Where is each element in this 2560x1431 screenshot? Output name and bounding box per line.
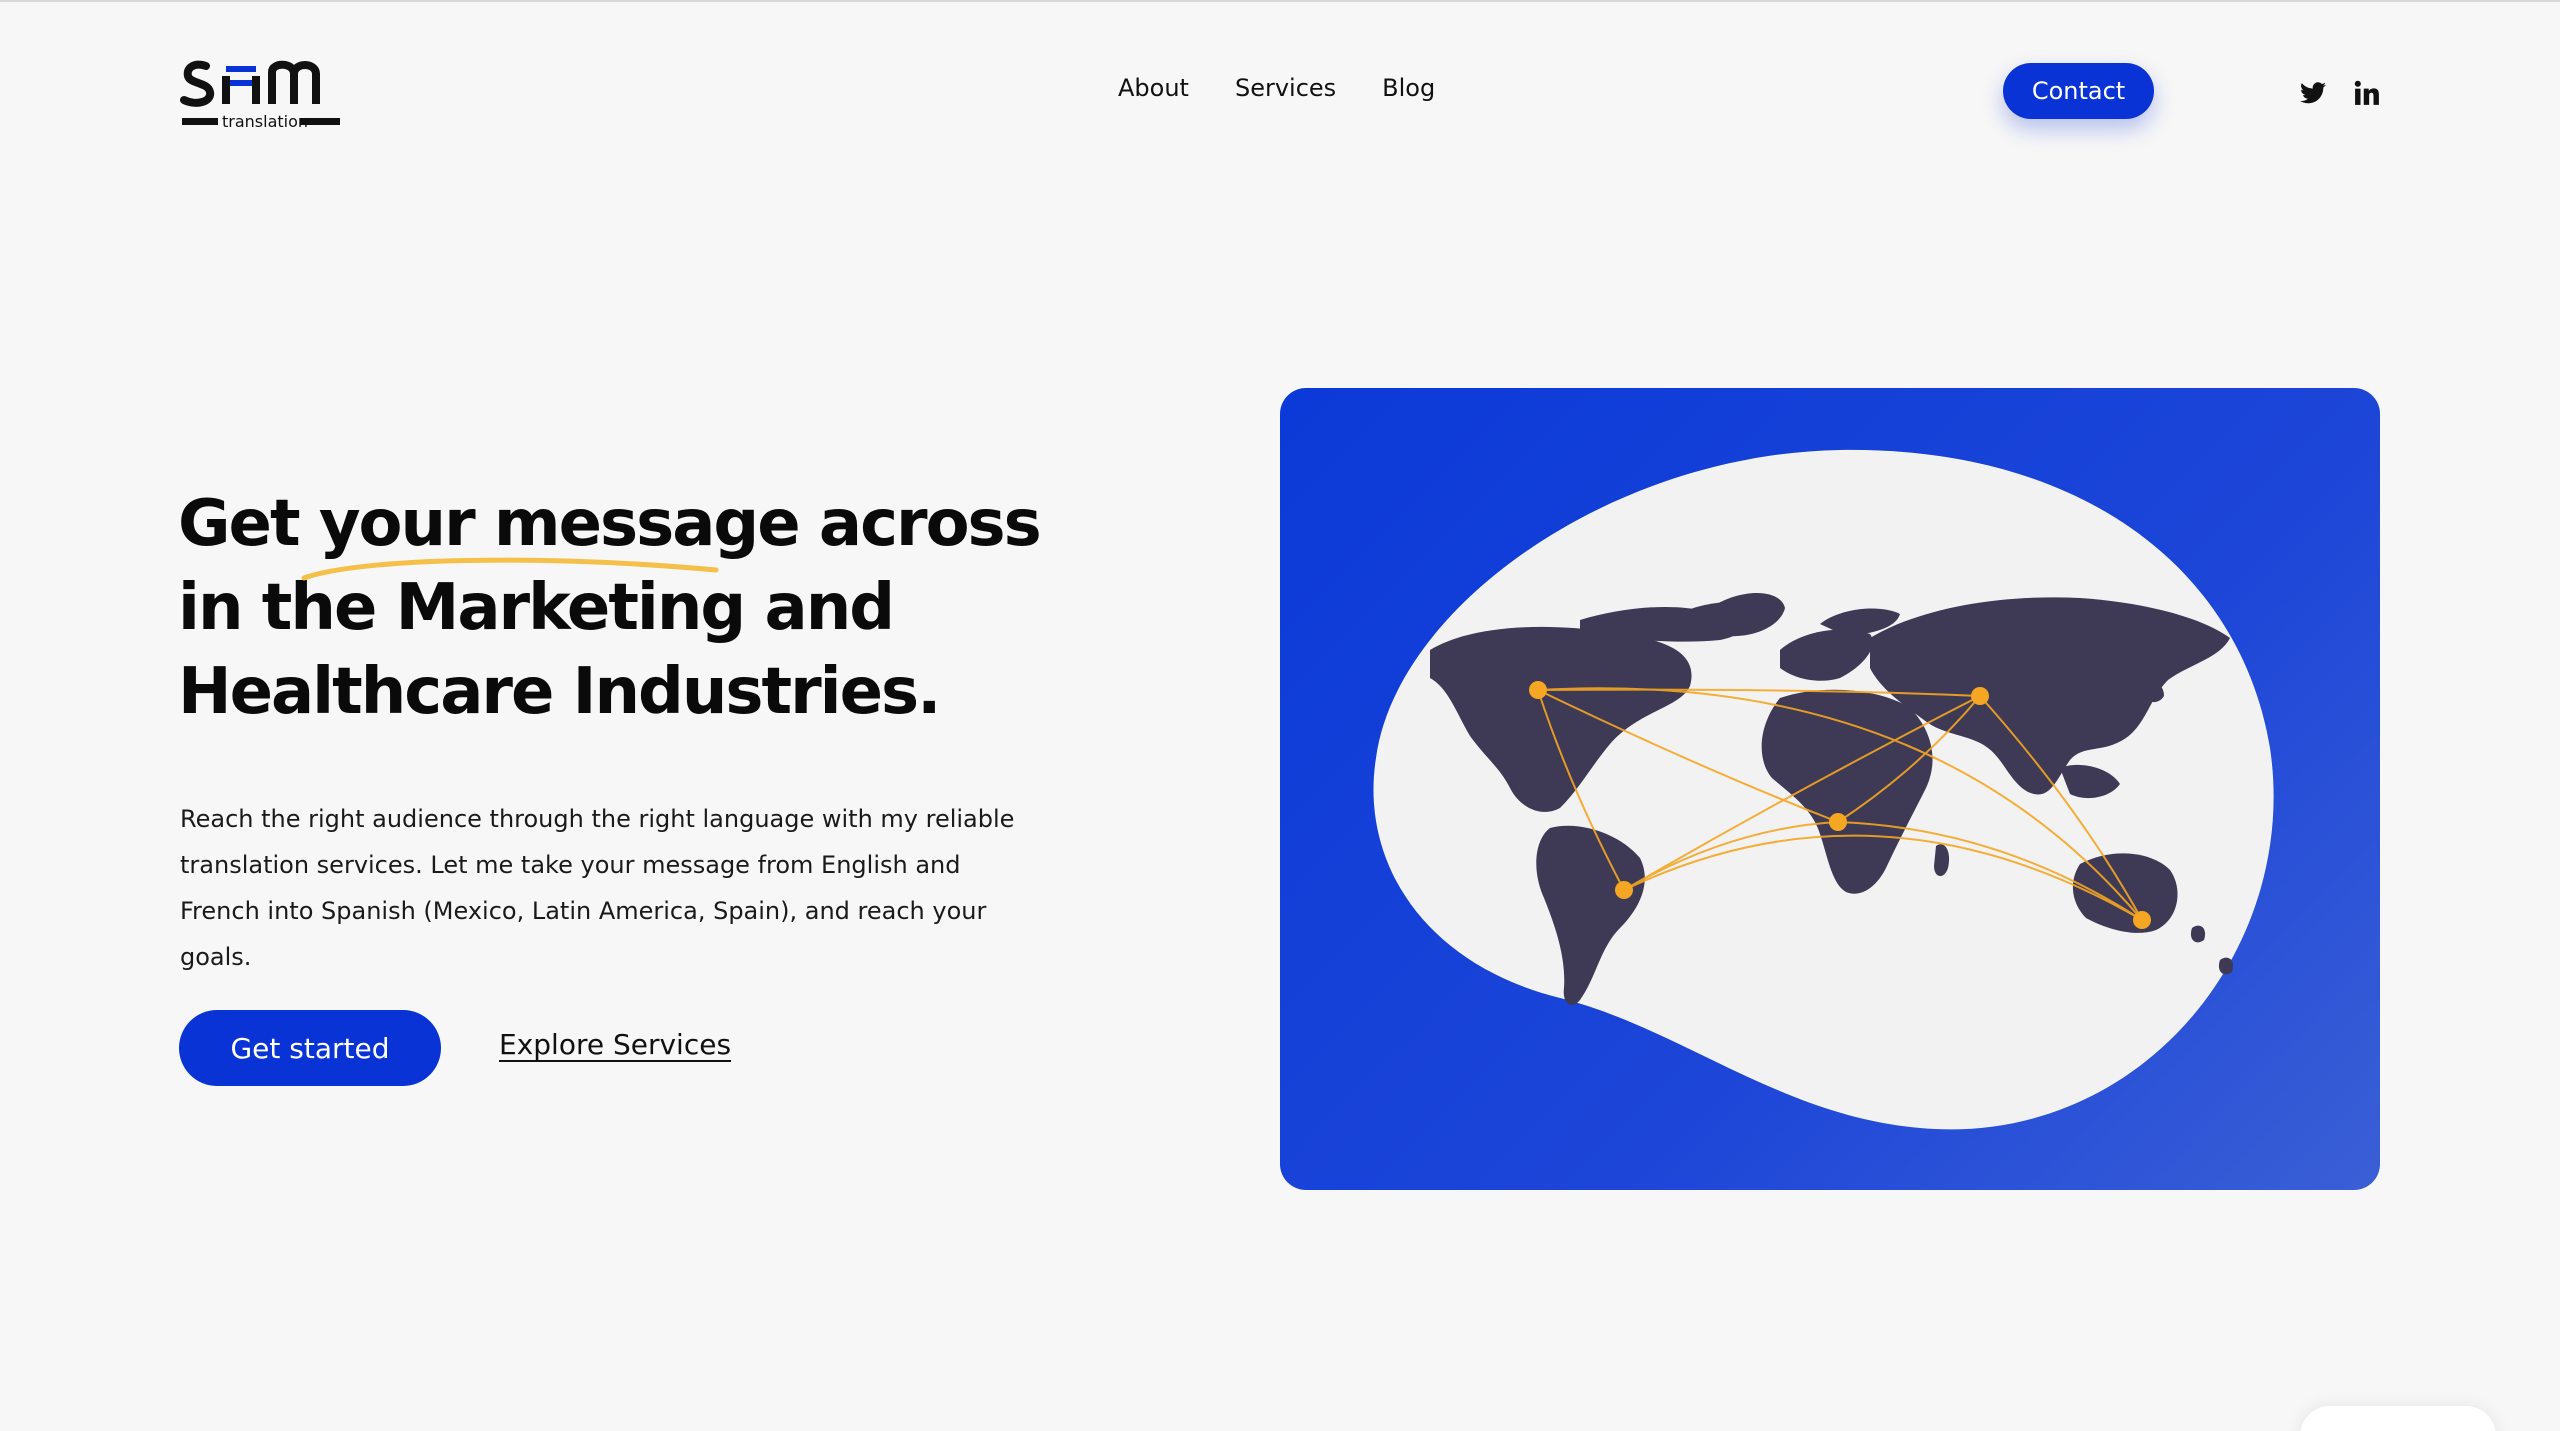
nav-link-blog[interactable]: Blog [1382,74,1435,102]
chat-widget[interactable] [2300,1406,2496,1431]
nav-link-services[interactable]: Services [1235,74,1336,102]
hero-description: Reach the right audience through the rig… [180,805,1015,971]
linkedin-icon[interactable] [2352,78,2382,108]
world-map-icon [1373,449,2274,1130]
main-nav: About Services Blog [1118,74,1435,102]
nav-link-about[interactable]: About [1118,74,1189,102]
hero-title-line-3: Healthcare Industries. [178,655,941,729]
hero-title: Get your message across in the Marketing… [178,482,1078,734]
landing-page: translation About Services Blog Contact … [0,0,2560,1431]
twitter-icon[interactable] [2298,78,2328,108]
brand-logo[interactable]: translation [180,52,344,132]
world-map-illustration [1280,388,2380,1190]
logo-subtitle: translation [222,112,309,131]
explore-services-link[interactable]: Explore Services [499,1028,731,1061]
get-started-button[interactable]: Get started [179,1010,441,1086]
highlight-underline [301,557,719,581]
contact-button[interactable]: Contact [2003,63,2154,119]
